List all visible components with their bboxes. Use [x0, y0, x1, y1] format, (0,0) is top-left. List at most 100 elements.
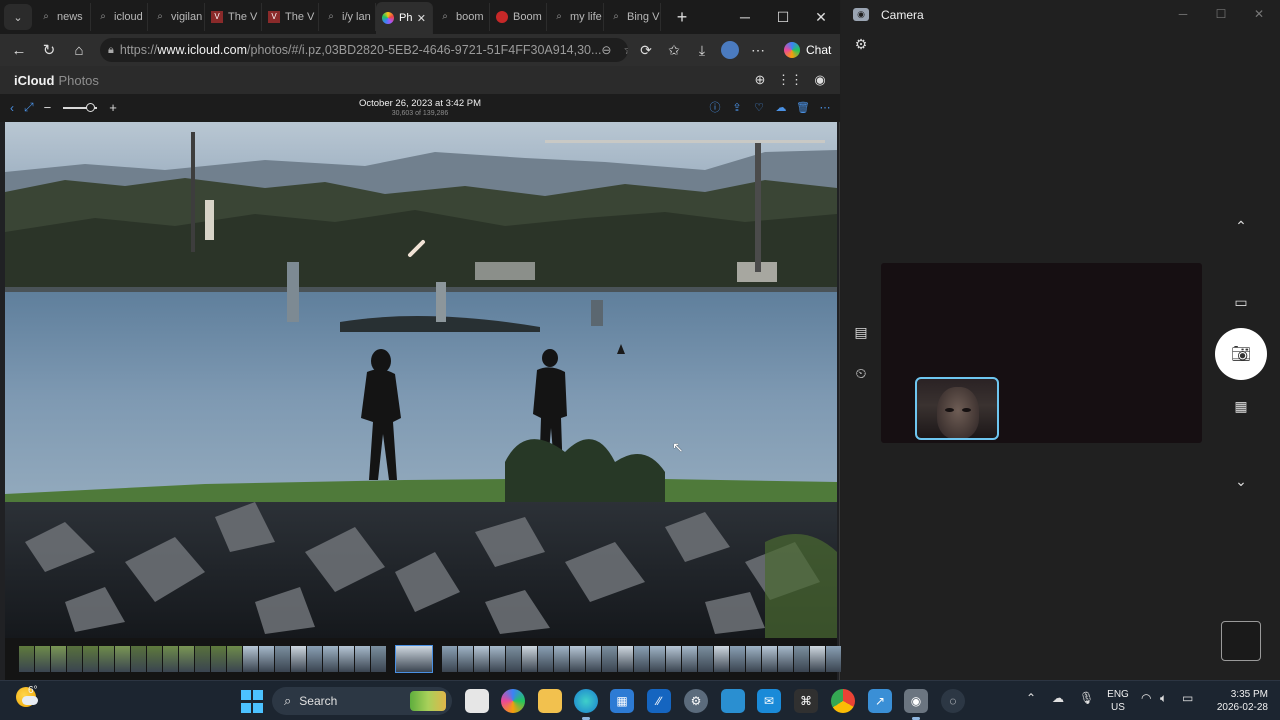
thumbnail[interactable]: [51, 646, 66, 672]
thumbnail[interactable]: [762, 646, 777, 672]
thumbnail[interactable]: [307, 646, 322, 672]
thumbnail[interactable]: [115, 646, 130, 672]
home-icon[interactable]: ⌂: [64, 36, 94, 64]
copilot-icon[interactable]: [501, 689, 525, 713]
settings-app-icon[interactable]: ⚙: [684, 689, 708, 713]
thumbnail[interactable]: [810, 646, 825, 672]
camera-app-taskbar-icon[interactable]: ◉: [904, 689, 928, 713]
thumbnail[interactable]: [554, 646, 569, 672]
tab[interactable]: ⌕ my life: [547, 3, 604, 31]
battery-icon[interactable]: ▭: [1182, 691, 1193, 705]
close-window-icon[interactable]: ✕: [802, 0, 840, 34]
refresh-icon[interactable]: ↻: [34, 36, 64, 64]
download-cloud-icon[interactable]: ☁: [774, 100, 788, 114]
zoom-icon[interactable]: ⊖: [601, 43, 611, 57]
chevron-down-icon[interactable]: ⌄: [1229, 469, 1253, 493]
thumbnail[interactable]: [474, 646, 489, 672]
language-indicator[interactable]: ENG US: [1104, 688, 1132, 714]
show-hidden-icons-icon[interactable]: ⌃: [1026, 691, 1036, 705]
tab[interactable]: Boom: [490, 3, 547, 31]
thumbnail[interactable]: [339, 646, 354, 672]
tab[interactable]: V The V: [205, 3, 262, 31]
icloud-logo[interactable]: iCloud: [14, 73, 54, 88]
thumbnail[interactable]: [634, 646, 649, 672]
capcut-app-icon[interactable]: ⌘: [794, 689, 818, 713]
start-button[interactable]: [240, 689, 264, 713]
minimize-icon[interactable]: ─: [1165, 4, 1201, 24]
chevron-up-icon[interactable]: ⌃: [1229, 214, 1253, 238]
editor-app-icon[interactable]: ∕∕: [647, 689, 671, 713]
volume-icon[interactable]: 🔈︎: [1160, 691, 1167, 706]
minimize-icon[interactable]: ─: [726, 0, 764, 34]
thumbnail[interactable]: [794, 646, 809, 672]
tab[interactable]: ⌕ boom: [433, 3, 490, 31]
chrome-browser-icon[interactable]: [831, 689, 855, 713]
favorites-icon[interactable]: ✩: [660, 36, 688, 64]
thumbnail[interactable]: [131, 646, 146, 672]
microsoft-store-icon[interactable]: ▦: [610, 689, 634, 713]
hdr-off-icon[interactable]: ▤: [849, 320, 873, 344]
share-icon[interactable]: ⇪: [730, 100, 744, 114]
thumbnail[interactable]: [490, 646, 505, 672]
add-icon[interactable]: ⊕: [750, 70, 770, 90]
thumbnail[interactable]: [698, 646, 713, 672]
settings-gear-icon[interactable]: ⚙: [849, 32, 873, 56]
more-menu-icon[interactable]: ⋯: [744, 36, 772, 64]
tab-actions-menu-button[interactable]: ⌄: [4, 4, 32, 30]
tab[interactable]: ⌕ vigilan: [148, 3, 205, 31]
timer-off-icon[interactable]: ⏲: [849, 361, 873, 385]
thumbnail[interactable]: [682, 646, 697, 672]
maximize-icon[interactable]: ☐: [1203, 4, 1239, 24]
weather-widget[interactable]: 6°: [16, 685, 38, 707]
onedrive-icon[interactable]: ☁: [1052, 691, 1064, 705]
close-window-icon[interactable]: ✕: [1241, 4, 1277, 24]
account-icon[interactable]: ◉: [810, 70, 830, 90]
thumbnail[interactable]: [19, 646, 34, 672]
favorite-heart-icon[interactable]: ♡: [752, 100, 766, 114]
address-bar[interactable]: 🔒︎ https://www.icloud.com/photos/#/i.pz,…: [100, 38, 628, 62]
tab[interactable]: V The V: [262, 3, 319, 31]
thumbnail[interactable]: [211, 646, 226, 672]
edge-browser-icon[interactable]: [574, 689, 598, 713]
tab[interactable]: ⌕ icloud: [91, 3, 148, 31]
thumbnail[interactable]: [179, 646, 194, 672]
take-photo-button[interactable]: 📷︎: [1215, 328, 1267, 380]
thumbnail[interactable]: [67, 646, 82, 672]
recorder-app-icon[interactable]: ◌: [941, 689, 965, 713]
thumbnail[interactable]: [163, 646, 178, 672]
wifi-icon[interactable]: ◠: [1141, 691, 1151, 705]
thumbnail[interactable]: [570, 646, 585, 672]
thumbnail[interactable]: [355, 646, 370, 672]
close-tab-icon[interactable]: ✕: [417, 12, 426, 25]
taskbar-search[interactable]: ⌕ Search: [272, 687, 452, 715]
file-explorer-icon[interactable]: [538, 689, 562, 713]
more-options-icon[interactable]: ⋯: [818, 100, 832, 114]
thumbnail[interactable]: [371, 646, 386, 672]
tab[interactable]: ⌕ news: [34, 3, 91, 31]
profile-avatar[interactable]: [716, 36, 744, 64]
paint-app-icon[interactable]: ↗: [868, 689, 892, 713]
thumbnail[interactable]: [323, 646, 338, 672]
maximize-icon[interactable]: ☐: [764, 0, 802, 34]
photo-image[interactable]: [5, 122, 837, 638]
microphone-icon[interactable]: 🎙︎: [1079, 691, 1094, 705]
download-icon[interactable]: ⤓: [688, 36, 716, 64]
thumbnail[interactable]: [99, 646, 114, 672]
qr-code-icon[interactable]: ▦: [1229, 394, 1253, 418]
thumbnail[interactable]: [35, 646, 50, 672]
current-thumbnail[interactable]: [395, 645, 433, 673]
thumbnail[interactable]: [227, 646, 242, 672]
video-mode-icon[interactable]: ▭: [1229, 290, 1253, 314]
delete-icon[interactable]: 🗑︎: [796, 100, 810, 114]
thumbnail[interactable]: [291, 646, 306, 672]
tab-photos-active[interactable]: Ph ✕: [376, 2, 433, 34]
thumbnail[interactable]: [538, 646, 553, 672]
photos-app-icon[interactable]: [721, 689, 745, 713]
tab[interactable]: ⌕ i/y lan: [319, 3, 376, 31]
thumbnail[interactable]: [458, 646, 473, 672]
thumbnail[interactable]: [259, 646, 274, 672]
thumbnail[interactable]: [195, 646, 210, 672]
thumbnail[interactable]: [506, 646, 521, 672]
mail-app-icon[interactable]: ✉: [757, 689, 781, 713]
task-view-icon[interactable]: [465, 689, 489, 713]
